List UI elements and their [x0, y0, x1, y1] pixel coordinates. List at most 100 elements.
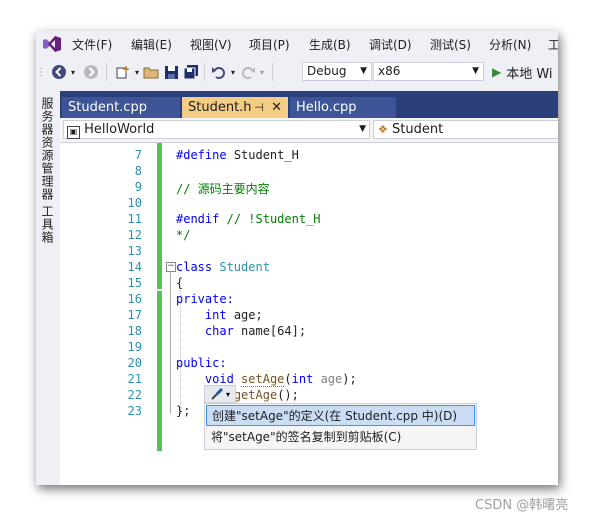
- solution-config-value: Debug: [307, 64, 347, 78]
- code-token: #endif: [176, 212, 220, 226]
- line-number: 15: [127, 276, 142, 290]
- code-token: int: [204, 308, 227, 322]
- menu-tools[interactable]: 工: [548, 36, 558, 53]
- tab-label: Hello.cpp: [296, 100, 357, 115]
- project-icon: ▣: [67, 126, 80, 139]
- play-icon: ▶: [492, 65, 502, 79]
- line-number: 21: [127, 372, 142, 386]
- toolbar-grip-icon[interactable]: ⋮: [36, 63, 46, 81]
- visual-studio-logo-icon[interactable]: [42, 35, 62, 53]
- line-number: 8: [134, 164, 142, 178]
- save-icon[interactable]: [162, 63, 180, 81]
- type-scope-value: Student: [392, 122, 444, 137]
- pin-icon[interactable]: ⊣: [254, 97, 264, 118]
- solution-config-select[interactable]: Debug ▼: [302, 62, 372, 81]
- tab-hello-cpp[interactable]: Hello.cpp: [290, 97, 396, 118]
- line-number: 7: [134, 148, 142, 162]
- code-line: */: [176, 228, 191, 242]
- code-line: class Student: [176, 260, 270, 274]
- start-debugging-label: 本地 Wi: [506, 66, 553, 82]
- server-explorer-tab[interactable]: 服务器资源管理器: [39, 97, 56, 201]
- line-number: 9: [134, 180, 142, 194]
- code-line: int age;: [204, 308, 263, 322]
- class-icon: ❖: [378, 123, 388, 136]
- code-token: char: [204, 324, 234, 338]
- new-dropdown-icon[interactable]: ▾: [133, 63, 141, 81]
- solution-platform-value: x86: [378, 64, 401, 78]
- code-token: age: [320, 372, 343, 386]
- redo-dropdown-icon[interactable]: ▾: [258, 63, 266, 81]
- tab-label: Student.h: [188, 100, 252, 115]
- code-token: #define: [176, 148, 227, 162]
- chevron-down-icon: ▾: [225, 389, 230, 399]
- code-line: private:: [176, 292, 234, 306]
- start-debugging-button[interactable]: ▶ 本地 Wi: [492, 63, 558, 82]
- quick-actions-menu: 创建"setAge"的定义(在 Student.cpp 中)(D) 将"setA…: [204, 403, 477, 450]
- toolbar: ⋮ ▾ ▾ ▾ ▾ Debug ▼ x86 ▼ ▶ 本地 Wi: [36, 59, 558, 85]
- create-definition-menu-item[interactable]: 创建"setAge"的定义(在 Student.cpp 中)(D): [206, 405, 475, 426]
- change-marker: [157, 291, 162, 451]
- tab-label: Student.cpp: [68, 100, 147, 115]
- code-line: char name[64];: [204, 324, 307, 338]
- chevron-down-icon: ▼: [472, 66, 479, 76]
- chevron-down-icon: ▼: [360, 66, 367, 76]
- toolbox-tab[interactable]: 工具箱: [39, 205, 56, 244]
- change-marker: [157, 143, 162, 289]
- back-dropdown-icon[interactable]: ▾: [68, 63, 78, 81]
- line-number: 18: [127, 324, 142, 338]
- line-number: 20: [127, 356, 142, 370]
- copy-signature-menu-item[interactable]: 将"setAge"的签名复制到剪贴板(C): [206, 427, 475, 448]
- code-line: {: [176, 276, 184, 290]
- menu-file[interactable]: 文件(F): [72, 36, 112, 53]
- forward-icon[interactable]: [82, 63, 100, 81]
- menu-build[interactable]: 生成(B): [309, 36, 351, 53]
- quick-actions-button[interactable]: ▾: [204, 385, 236, 403]
- line-number: 17: [127, 308, 142, 322]
- line-number: 14: [127, 260, 142, 274]
- code-line: // 源码主要内容: [176, 182, 270, 196]
- solution-platform-select[interactable]: x86 ▼: [373, 62, 484, 81]
- code-token: Student: [219, 260, 270, 274]
- code-token: int: [291, 372, 314, 386]
- menu-debug[interactable]: 调试(D): [369, 36, 412, 53]
- chevron-down-icon: ▼: [359, 124, 366, 134]
- line-number: 16: [127, 292, 142, 306]
- line-number: 19: [127, 340, 142, 354]
- code-token: Student_H: [233, 148, 299, 162]
- line-number: 12: [127, 228, 142, 242]
- type-scope-select[interactable]: ❖ Student: [373, 120, 558, 139]
- back-icon[interactable]: [50, 63, 68, 81]
- open-folder-icon[interactable]: [142, 63, 160, 81]
- code-line: #endif // !Student_H: [176, 212, 321, 226]
- menu-test[interactable]: 测试(S): [430, 36, 471, 53]
- undo-icon[interactable]: [210, 63, 228, 81]
- code-token: void: [204, 372, 234, 386]
- collapse-icon[interactable]: −: [166, 262, 176, 272]
- tab-student-h[interactable]: Student.h ⊣ ✕: [182, 97, 288, 118]
- toolbar-separator: [204, 63, 205, 81]
- menu-edit[interactable]: 编辑(E): [131, 36, 172, 53]
- ide-window: 文件(F) 编辑(E) 视图(V) 项目(P) 生成(B) 调试(D) 测试(S…: [36, 31, 558, 485]
- save-all-icon[interactable]: [182, 63, 200, 81]
- side-tool-strip: 服务器资源管理器 工具箱: [36, 91, 60, 485]
- tab-student-cpp[interactable]: Student.cpp: [62, 97, 180, 118]
- project-scope-value: HelloWorld: [84, 122, 155, 137]
- line-number: 22: [127, 388, 142, 402]
- new-project-icon[interactable]: [114, 63, 132, 81]
- redo-icon[interactable]: [239, 63, 257, 81]
- code-line: public:: [176, 356, 227, 370]
- undo-dropdown-icon[interactable]: ▾: [229, 63, 237, 81]
- code-line: void setAge(int age);: [204, 372, 357, 387]
- line-number: 10: [127, 196, 142, 210]
- code-editor[interactable]: 7 8 9 10 11 12 13 14 15 16 17 18 19 20 2…: [60, 143, 558, 485]
- menu-view[interactable]: 视图(V): [190, 36, 232, 53]
- menu-project[interactable]: 项目(P): [249, 36, 290, 53]
- project-scope-select[interactable]: ▣ HelloWorld ▼: [63, 120, 370, 139]
- code-line: int getAge();: [176, 388, 299, 402]
- close-icon[interactable]: ✕: [271, 97, 282, 118]
- outline-line: [170, 272, 171, 414]
- navigation-bar: ▣ HelloWorld ▼ ❖ Student: [60, 118, 558, 143]
- menu-analyze[interactable]: 分析(N): [489, 36, 531, 53]
- code-line: };: [176, 404, 191, 418]
- code-token: // !Student_H: [226, 212, 321, 226]
